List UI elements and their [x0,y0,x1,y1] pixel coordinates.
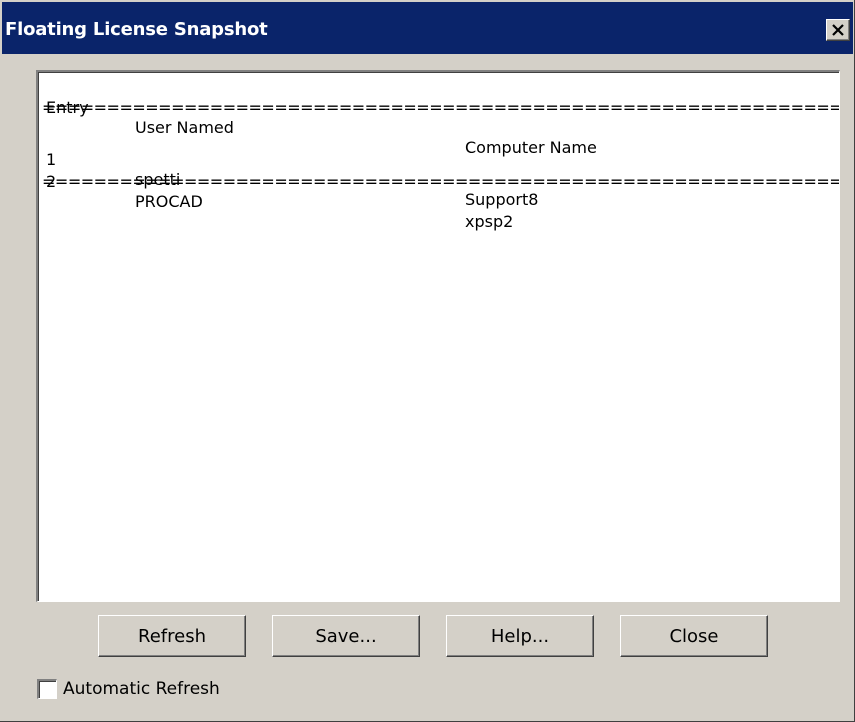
close-window-button[interactable] [826,19,850,41]
window-title: Floating License Snapshot [5,19,268,40]
title-bar[interactable]: Floating License Snapshot [2,2,853,54]
close-button[interactable]: Close [620,615,768,657]
automatic-refresh-option[interactable]: Automatic Refresh [37,678,220,700]
automatic-refresh-checkbox[interactable] [37,679,57,699]
list-row[interactable]: 1 spetti Support8 [42,130,832,209]
license-list[interactable]: Entry User Named Computer Name =========… [36,70,840,602]
save-button[interactable]: Save... [272,615,420,657]
floating-license-snapshot-dialog: Floating License Snapshot Entry User Nam… [0,0,855,722]
list-header-row: Entry User Named Computer Name [42,78,832,157]
list-separator-bottom: ========================================… [42,172,839,191]
help-button[interactable]: Help... [446,615,594,657]
row-user: PROCAD [135,192,203,211]
automatic-refresh-label: Automatic Refresh [63,679,220,699]
close-icon [832,24,844,36]
row-computer: xpsp2 [465,212,514,231]
row-computer: Support8 [465,190,539,209]
list-row[interactable]: 2 PROCAD xpsp2 [42,152,832,231]
list-separator-top: ========================================… [42,98,839,117]
refresh-button[interactable]: Refresh [98,615,246,657]
